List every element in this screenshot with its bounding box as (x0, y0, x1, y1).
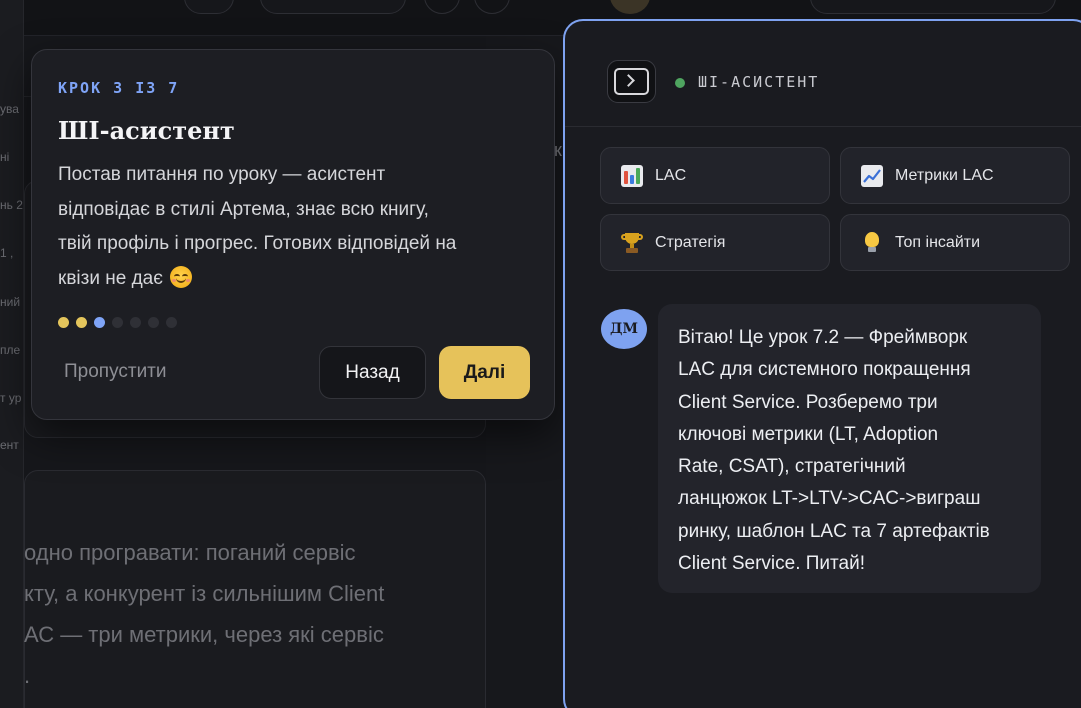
message-line: ключові метрики (LT, Adoption (678, 423, 939, 445)
sidebar-fragment: ува (0, 102, 19, 116)
quick-action-label: Топ інсайти (895, 233, 981, 251)
message-line: ринку, шаблон LAC та 7 артефактів (678, 520, 990, 542)
assistant-header: ШІ-АСИСТЕНТ (565, 21, 1081, 127)
background-fragment: к (554, 140, 562, 160)
message-line: Client Service. Розберемо три (678, 391, 938, 413)
left-sidebar-strip: ува ні нь 2 1 , ний пле т ур ент (0, 0, 24, 708)
trophy-icon (621, 232, 643, 254)
progress-dot (76, 317, 87, 328)
tour-step-label: КРОК 3 ІЗ 7 (58, 79, 180, 97)
tour-description-line: квізи не дає (58, 262, 538, 297)
topbar-button[interactable] (184, 0, 234, 14)
topbar-search[interactable] (810, 0, 1056, 14)
sidebar-fragment: ний (0, 295, 21, 309)
next-button[interactable]: Далі (439, 346, 530, 399)
ai-assistant-panel: ШІ-АСИСТЕНТ LAC Метрики LAC Стратегія То… (563, 19, 1081, 708)
lesson-text-line: АС — три метрики, через які сервіс (24, 622, 384, 647)
assistant-avatar: ДМ (601, 309, 647, 349)
tour-description-line: Постав питання по уроку — асистент (58, 164, 386, 185)
message-line: LAC для системного покращення (678, 359, 971, 381)
message-line: Rate, CSAT), стратегічний (678, 456, 906, 478)
tour-title: ШІ-асистент (58, 116, 235, 145)
user-avatar[interactable] (610, 0, 650, 14)
quick-action-strategy[interactable]: Стратегія (600, 214, 830, 271)
progress-dot-current (94, 317, 105, 328)
skip-tour-button[interactable]: Пропустити (64, 361, 167, 383)
tour-description: Постав питання по уроку — асистент відпо… (58, 158, 538, 296)
sidebar-fragment: нь 2 (0, 198, 23, 212)
lightbulb-icon (861, 231, 883, 254)
line-chart-icon (861, 164, 883, 187)
quick-action-label: Метрики LAC (895, 166, 994, 184)
topbar-icon-button[interactable] (474, 0, 510, 14)
topbar-segmented-control[interactable] (260, 0, 406, 14)
terminal-icon (614, 68, 649, 95)
tour-progress-dots (58, 317, 177, 328)
terminal-toggle-button[interactable] (607, 60, 656, 103)
lesson-text-line: одно програвати: поганий сервіс (24, 540, 356, 565)
sidebar-fragment: т ур (0, 391, 22, 405)
quick-action-label: LAC (655, 166, 687, 184)
quick-action-lac[interactable]: LAC (600, 147, 830, 204)
message-line: ланцюжок LT->LTV->CAC->виграш (678, 488, 981, 510)
lesson-text-line: . (24, 663, 31, 688)
quick-action-label: Стратегія (655, 233, 726, 251)
progress-dot (58, 317, 69, 328)
tour-description-line: твій профіль і прогрес. Готових відповід… (58, 233, 457, 254)
onboarding-tour-popover: КРОК 3 ІЗ 7 ШІ-асистент Постав питання п… (31, 49, 555, 420)
assistant-title: ШІ-АСИСТЕНТ (698, 73, 820, 91)
sidebar-fragment: ні (0, 150, 10, 164)
assistant-message-bubble: Вітаю! Це урок 7.2 — Фреймворк LAC для с… (658, 304, 1041, 593)
online-status-dot (675, 78, 685, 88)
quick-action-lac-metrics[interactable]: Метрики LAC (840, 147, 1070, 204)
progress-dot (112, 317, 123, 328)
progress-dot (148, 317, 159, 328)
quick-action-top-insights[interactable]: Топ інсайти (840, 214, 1070, 271)
progress-dot (130, 317, 141, 328)
tour-description-line: відповідає в стилі Артема, знає всю книг… (58, 198, 429, 220)
smiling-face-icon (170, 265, 193, 288)
back-button[interactable]: Назад (319, 346, 426, 399)
message-line: Вітаю! Це урок 7.2 — Фреймворк (678, 327, 968, 348)
progress-dot (166, 317, 177, 328)
sidebar-fragment: 1 , (0, 246, 14, 260)
lesson-text-line: кту, а конкурент із сильнішим Client (24, 581, 385, 606)
bar-chart-icon (621, 164, 643, 187)
message-line: Client Service. Питай! (678, 553, 865, 575)
topbar-icon-button[interactable] (424, 0, 460, 14)
sidebar-fragment: пле (0, 343, 21, 357)
sidebar-fragment: ент (0, 438, 19, 452)
